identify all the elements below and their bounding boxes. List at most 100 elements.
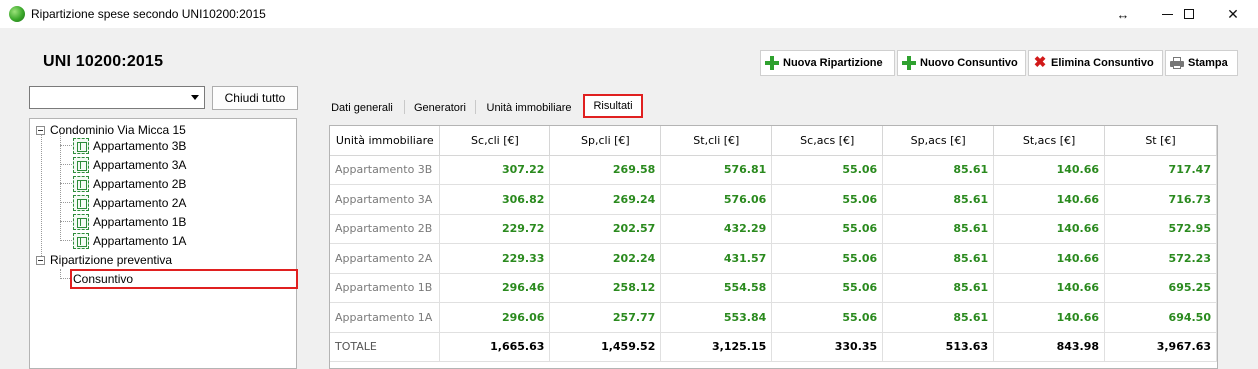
- tree-node-ripartizione[interactable]: Ripartizione preventiva: [36, 251, 172, 269]
- table-cell: 432.29: [660, 214, 773, 244]
- nuovo-consuntivo-label: Nuovo Consuntivo: [920, 57, 1018, 69]
- resize-icon[interactable]: ↔: [1101, 0, 1145, 28]
- table-row[interactable]: Appartamento 2B 229.72 202.57 432.29 55.…: [330, 214, 1217, 244]
- table-total-row[interactable]: TOTALE 1,665.63 1,459.52 3,125.15 330.35…: [330, 332, 1217, 362]
- table-cell: 140.66: [993, 243, 1106, 274]
- table-cell: 140.66: [993, 214, 1106, 244]
- table-cell: 576.81: [660, 155, 773, 185]
- table-cell: 202.24: [549, 243, 662, 274]
- tab-separator: [475, 100, 476, 114]
- apartment-icon: [73, 138, 89, 154]
- table-cell: 85.61: [882, 184, 995, 215]
- table-row[interactable]: Appartamento 1B 296.46 258.12 554.58 55.…: [330, 273, 1217, 303]
- plus-icon: [765, 56, 779, 70]
- tree-node-apartment[interactable]: Appartamento 2A: [73, 194, 186, 212]
- table-header-row: Unità immobiliare Sc,cli [€] Sp,cli [€] …: [330, 126, 1217, 156]
- collapse-icon[interactable]: [36, 255, 45, 265]
- tab-risultati[interactable]: Risultati: [583, 94, 643, 118]
- table-cell: 694.50: [1104, 302, 1217, 333]
- tab-unita-immobiliare[interactable]: Unità immobiliare: [477, 97, 581, 118]
- table-cell: 716.73: [1104, 184, 1217, 215]
- elimina-consuntivo-label: Elimina Consuntivo: [1051, 57, 1154, 69]
- table-cell: 140.66: [993, 273, 1106, 303]
- table-cell: 554.58: [660, 273, 773, 303]
- table-cell: 55.06: [771, 302, 884, 333]
- column-header[interactable]: St,acs [€]: [993, 126, 1106, 156]
- table-cell: 572.95: [1104, 214, 1217, 244]
- table-cell: 296.06: [439, 302, 551, 333]
- column-header[interactable]: Sp,cli [€]: [549, 126, 662, 156]
- table-cell: 269.58: [549, 155, 662, 185]
- plus-icon: [902, 56, 916, 70]
- table-cell: 229.33: [439, 243, 551, 274]
- window-title: Ripartizione spese secondo UNI10200:2015: [31, 7, 266, 21]
- table-cell: 55.06: [771, 243, 884, 274]
- table-cell: 140.66: [993, 184, 1106, 215]
- table-cell: 269.24: [549, 184, 662, 215]
- close-button[interactable]: ✕: [1211, 0, 1255, 28]
- table-cell: 85.61: [882, 243, 995, 274]
- apartment-icon: [73, 157, 89, 173]
- table-cell: 572.23: [1104, 243, 1217, 274]
- table-cell: 576.06: [660, 184, 773, 215]
- table-row[interactable]: Appartamento 3B 307.22 269.58 576.81 55.…: [330, 155, 1217, 185]
- maximize-icon: [1184, 9, 1194, 19]
- nuovo-consuntivo-button[interactable]: Nuovo Consuntivo: [897, 50, 1026, 76]
- tree-node-apartment[interactable]: Appartamento 1B: [73, 213, 186, 231]
- table-cell: 258.12: [549, 273, 662, 303]
- title-bar: Ripartizione spese secondo UNI10200:2015…: [0, 0, 1258, 28]
- results-table: Unità immobiliare Sc,cli [€] Sp,cli [€] …: [329, 125, 1218, 369]
- column-header[interactable]: St [€]: [1104, 126, 1217, 156]
- row-label: Appartamento 3A: [330, 184, 441, 215]
- table-cell: 330.35: [771, 332, 884, 362]
- table-cell: 3,125.15: [660, 332, 773, 362]
- table-cell: 85.61: [882, 302, 995, 333]
- tree-view[interactable]: Condominio Via Micca 15 Appartamento 3B …: [29, 118, 298, 369]
- nuova-ripartizione-label: Nuova Ripartizione: [783, 57, 883, 69]
- table-row[interactable]: Appartamento 2A 229.33 202.24 431.57 55.…: [330, 243, 1217, 274]
- collapse-icon[interactable]: [36, 125, 45, 135]
- page-title: UNI 10200:2015: [43, 53, 164, 70]
- row-label: Appartamento 2B: [330, 214, 441, 244]
- tree-node-apartment[interactable]: Appartamento 3A: [73, 156, 186, 174]
- tab-separator: [404, 100, 405, 114]
- apartment-icon: [73, 195, 89, 211]
- maximize-button[interactable]: [1167, 0, 1211, 28]
- printer-icon: [1170, 57, 1184, 69]
- tree-node-label: Appartamento 3A: [93, 158, 187, 172]
- row-label: TOTALE: [330, 332, 441, 362]
- row-label: Appartamento 2A: [330, 243, 441, 274]
- table-row[interactable]: Appartamento 1A 296.06 257.77 553.84 55.…: [330, 302, 1217, 333]
- table-cell: 140.66: [993, 302, 1106, 333]
- table-cell: 1,665.63: [439, 332, 551, 362]
- column-header[interactable]: Sc,acs [€]: [771, 126, 884, 156]
- stampa-button[interactable]: Stampa: [1165, 50, 1238, 76]
- column-header[interactable]: St,cli [€]: [660, 126, 773, 156]
- tree-node-label: Appartamento 1B: [93, 215, 187, 229]
- tab-dati-generali[interactable]: Dati generali: [321, 97, 403, 118]
- apartment-icon: [73, 214, 89, 230]
- table-cell: 3,967.63: [1104, 332, 1217, 362]
- column-header[interactable]: Sp,acs [€]: [882, 126, 995, 156]
- table-row[interactable]: Appartamento 3A 306.82 269.24 576.06 55.…: [330, 184, 1217, 215]
- row-label: Appartamento 1A: [330, 302, 441, 333]
- app-icon: [9, 6, 25, 22]
- nuova-ripartizione-button[interactable]: Nuova Ripartizione: [760, 50, 895, 76]
- table-cell: 695.25: [1104, 273, 1217, 303]
- tab-generatori[interactable]: Generatori: [406, 97, 474, 118]
- table-cell: 55.06: [771, 214, 884, 244]
- column-header[interactable]: Sc,cli [€]: [439, 126, 551, 156]
- column-header[interactable]: Unità immobiliare: [330, 126, 441, 156]
- chiudi-tutto-button[interactable]: Chiudi tutto: [212, 86, 298, 110]
- elimina-consuntivo-button[interactable]: ✖ Elimina Consuntivo: [1028, 50, 1163, 76]
- table-cell: 229.72: [439, 214, 551, 244]
- table-cell: 257.77: [549, 302, 662, 333]
- tree-node-apartment[interactable]: Appartamento 2B: [73, 175, 186, 193]
- filter-combobox[interactable]: [29, 86, 205, 109]
- table-cell: 431.57: [660, 243, 773, 274]
- table-cell: 513.63: [882, 332, 995, 362]
- table-cell: 202.57: [549, 214, 662, 244]
- tree-node-apartment[interactable]: Appartamento 3B: [73, 137, 186, 155]
- chevron-down-icon[interactable]: [188, 89, 202, 106]
- tree-node-apartment[interactable]: Appartamento 1A: [73, 232, 186, 250]
